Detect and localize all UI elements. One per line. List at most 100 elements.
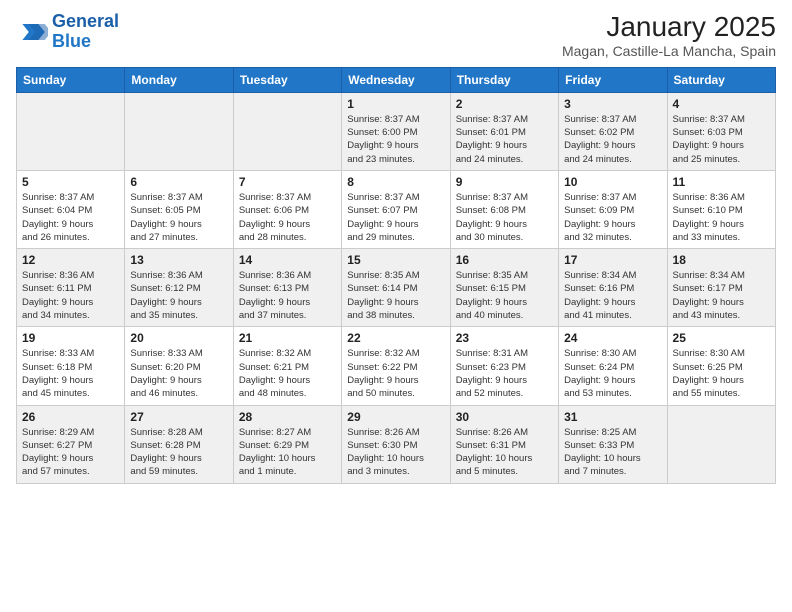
calendar-cell: 6Sunrise: 8:37 AMSunset: 6:05 PMDaylight…: [125, 170, 233, 248]
day-number: 28: [239, 410, 336, 424]
calendar-cell: 10Sunrise: 8:37 AMSunset: 6:09 PMDayligh…: [559, 170, 667, 248]
calendar-cell: 11 Sunrise: 8:36 AMSunset: 6:10 PMDayligh…: [667, 170, 775, 248]
cell-info: Sunrise: 8:36 AMSunset: 6:13 PMDaylight:…: [239, 269, 336, 322]
calendar-cell: 21Sunrise: 8:32 AMSunset: 6:21 PMDayligh…: [233, 327, 341, 405]
title-block: January 2025 Magan, Castille-La Mancha, …: [562, 12, 776, 59]
day-number: 25: [673, 331, 770, 345]
calendar-week-row: 1 Sunrise: 8:37 AMSunset: 6:00 PMDaylight…: [17, 92, 776, 170]
logo-text: General Blue: [52, 12, 119, 52]
calendar-cell: 26 Sunrise: 8:29 AMSunset: 6:27 PMDayligh…: [17, 405, 125, 483]
weekday-header-sunday: Sunday: [17, 67, 125, 92]
weekday-header-tuesday: Tuesday: [233, 67, 341, 92]
calendar-cell: 3 Sunrise: 8:37 AMSunset: 6:02 PMDaylight…: [559, 92, 667, 170]
calendar-cell: 23Sunrise: 8:31 AMSunset: 6:23 PMDayligh…: [450, 327, 558, 405]
calendar-cell: 7Sunrise: 8:37 AMSunset: 6:06 PMDaylight…: [233, 170, 341, 248]
calendar-cell: 28 Sunrise: 8:27 AMSunset: 6:29 PMDayligh…: [233, 405, 341, 483]
day-number: 9: [456, 175, 553, 189]
day-number: 8: [347, 175, 444, 189]
header: General Blue January 2025 Magan, Castill…: [16, 12, 776, 59]
day-number: 18: [673, 253, 770, 267]
day-number: 21: [239, 331, 336, 345]
calendar-cell: 16Sunrise: 8:35 AMSunset: 6:15 PMDayligh…: [450, 249, 558, 327]
cell-info: Sunrise: 8:33 AMSunset: 6:18 PMDaylight:…: [22, 347, 119, 400]
calendar-cell: 27 Sunrise: 8:28 AMSunset: 6:28 PMDayligh…: [125, 405, 233, 483]
cell-info: Sunrise: 8:26 AMSunset: 6:31 PMDaylight:…: [456, 426, 553, 479]
cell-info: Sunrise: 8:37 AMSunset: 6:04 PMDaylight:…: [22, 191, 119, 244]
cell-info: Sunrise: 8:35 AMSunset: 6:14 PMDaylight:…: [347, 269, 444, 322]
calendar-cell: [667, 405, 775, 483]
calendar-cell: 31 Sunrise: 8:25 AMSunset: 6:33 PMDayligh…: [559, 405, 667, 483]
cell-info: Sunrise: 8:37 AMSunset: 6:07 PMDaylight:…: [347, 191, 444, 244]
cell-info: Sunrise: 8:26 AMSunset: 6:30 PMDaylight:…: [347, 426, 444, 479]
cell-info: Sunrise: 8:37 AMSunset: 6:03 PMDaylight:…: [673, 113, 770, 166]
day-number: 31: [564, 410, 661, 424]
day-number: 30: [456, 410, 553, 424]
calendar-cell: 14 Sunrise: 8:36 AMSunset: 6:13 PMDayligh…: [233, 249, 341, 327]
cell-info: Sunrise: 8:37 AMSunset: 6:00 PMDaylight:…: [347, 113, 444, 166]
calendar-cell: [17, 92, 125, 170]
calendar-week-row: 19 Sunrise: 8:33 AMSunset: 6:18 PMDayligh…: [17, 327, 776, 405]
calendar-cell: 22Sunrise: 8:32 AMSunset: 6:22 PMDayligh…: [342, 327, 450, 405]
cell-info: Sunrise: 8:36 AMSunset: 6:11 PMDaylight:…: [22, 269, 119, 322]
day-number: 11: [673, 175, 770, 189]
calendar-cell: 24 Sunrise: 8:30 AMSunset: 6:24 PMDayligh…: [559, 327, 667, 405]
logo: General Blue: [16, 12, 119, 52]
calendar-cell: 1 Sunrise: 8:37 AMSunset: 6:00 PMDaylight…: [342, 92, 450, 170]
month-title: January 2025: [562, 12, 776, 43]
day-number: 7: [239, 175, 336, 189]
day-number: 3: [564, 97, 661, 111]
location: Magan, Castille-La Mancha, Spain: [562, 43, 776, 59]
calendar-cell: 30 Sunrise: 8:26 AMSunset: 6:31 PMDayligh…: [450, 405, 558, 483]
calendar-cell: 9 Sunrise: 8:37 AMSunset: 6:08 PMDaylight…: [450, 170, 558, 248]
logo-line2: Blue: [52, 31, 91, 51]
day-number: 19: [22, 331, 119, 345]
calendar-cell: 13Sunrise: 8:36 AMSunset: 6:12 PMDayligh…: [125, 249, 233, 327]
logo-icon: [16, 16, 48, 48]
day-number: 17: [564, 253, 661, 267]
day-number: 24: [564, 331, 661, 345]
cell-info: Sunrise: 8:37 AMSunset: 6:08 PMDaylight:…: [456, 191, 553, 244]
calendar-week-row: 12 Sunrise: 8:36 AMSunset: 6:11 PMDayligh…: [17, 249, 776, 327]
day-number: 29: [347, 410, 444, 424]
calendar-cell: 12 Sunrise: 8:36 AMSunset: 6:11 PMDayligh…: [17, 249, 125, 327]
day-number: 20: [130, 331, 227, 345]
calendar-cell: 2Sunrise: 8:37 AMSunset: 6:01 PMDaylight…: [450, 92, 558, 170]
cell-info: Sunrise: 8:36 AMSunset: 6:12 PMDaylight:…: [130, 269, 227, 322]
day-number: 5: [22, 175, 119, 189]
calendar-cell: 17 Sunrise: 8:34 AMSunset: 6:16 PMDayligh…: [559, 249, 667, 327]
calendar-cell: 18 Sunrise: 8:34 AMSunset: 6:17 PMDayligh…: [667, 249, 775, 327]
cell-info: Sunrise: 8:34 AMSunset: 6:17 PMDaylight:…: [673, 269, 770, 322]
day-number: 4: [673, 97, 770, 111]
day-number: 2: [456, 97, 553, 111]
day-number: 23: [456, 331, 553, 345]
day-number: 12: [22, 253, 119, 267]
calendar-cell: 29 Sunrise: 8:26 AMSunset: 6:30 PMDayligh…: [342, 405, 450, 483]
day-number: 16: [456, 253, 553, 267]
calendar-cell: 15 Sunrise: 8:35 AMSunset: 6:14 PMDayligh…: [342, 249, 450, 327]
cell-info: Sunrise: 8:37 AMSunset: 6:02 PMDaylight:…: [564, 113, 661, 166]
day-number: 15: [347, 253, 444, 267]
day-number: 22: [347, 331, 444, 345]
cell-info: Sunrise: 8:29 AMSunset: 6:27 PMDaylight:…: [22, 426, 119, 479]
day-number: 27: [130, 410, 227, 424]
day-number: 1: [347, 97, 444, 111]
cell-info: Sunrise: 8:37 AMSunset: 6:09 PMDaylight:…: [564, 191, 661, 244]
cell-info: Sunrise: 8:30 AMSunset: 6:25 PMDaylight:…: [673, 347, 770, 400]
weekday-header-row: SundayMondayTuesdayWednesdayThursdayFrid…: [17, 67, 776, 92]
day-number: 14: [239, 253, 336, 267]
calendar-week-row: 26 Sunrise: 8:29 AMSunset: 6:27 PMDayligh…: [17, 405, 776, 483]
cell-info: Sunrise: 8:28 AMSunset: 6:28 PMDaylight:…: [130, 426, 227, 479]
cell-info: Sunrise: 8:30 AMSunset: 6:24 PMDaylight:…: [564, 347, 661, 400]
cell-info: Sunrise: 8:34 AMSunset: 6:16 PMDaylight:…: [564, 269, 661, 322]
day-number: 26: [22, 410, 119, 424]
day-number: 6: [130, 175, 227, 189]
calendar-cell: 25 Sunrise: 8:30 AMSunset: 6:25 PMDayligh…: [667, 327, 775, 405]
calendar-table: SundayMondayTuesdayWednesdayThursdayFrid…: [16, 67, 776, 484]
cell-info: Sunrise: 8:25 AMSunset: 6:33 PMDaylight:…: [564, 426, 661, 479]
calendar-cell: 19 Sunrise: 8:33 AMSunset: 6:18 PMDayligh…: [17, 327, 125, 405]
cell-info: Sunrise: 8:36 AMSunset: 6:10 PMDaylight:…: [673, 191, 770, 244]
weekday-header-friday: Friday: [559, 67, 667, 92]
calendar-week-row: 5 Sunrise: 8:37 AMSunset: 6:04 PMDaylight…: [17, 170, 776, 248]
cell-info: Sunrise: 8:27 AMSunset: 6:29 PMDaylight:…: [239, 426, 336, 479]
cell-info: Sunrise: 8:33 AMSunset: 6:20 PMDaylight:…: [130, 347, 227, 400]
